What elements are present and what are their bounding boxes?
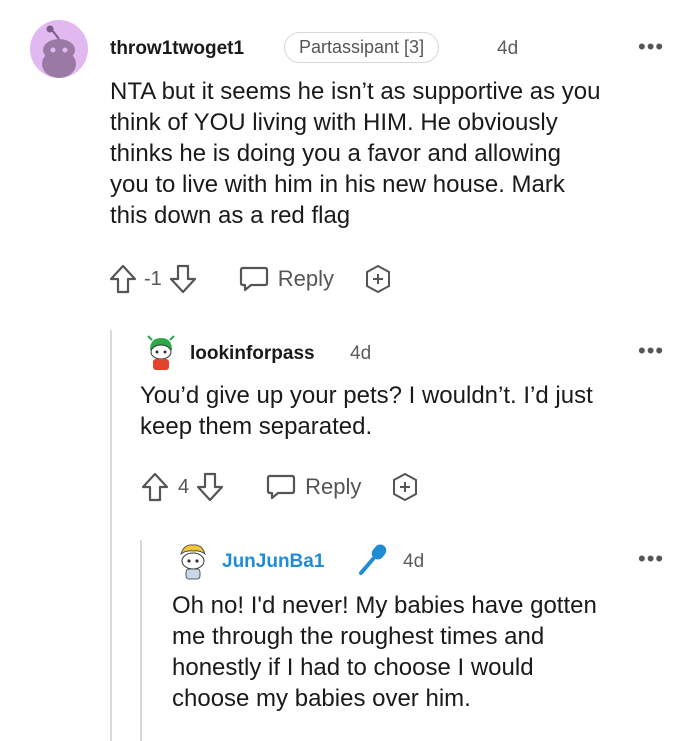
comment-line: thinks he is doing you a favor and allow…: [110, 140, 561, 167]
comment-username[interactable]: throw1twoget1: [110, 38, 244, 60]
vote-count: -1: [144, 267, 162, 290]
upvote-icon[interactable]: [108, 263, 138, 295]
vote-count: 4: [178, 475, 190, 498]
award-icon[interactable]: [389, 471, 421, 503]
avatar[interactable]: [30, 20, 88, 78]
avatar[interactable]: [144, 334, 178, 372]
comment-line: honestly if I had to choose I would: [172, 654, 534, 681]
more-icon[interactable]: •••: [638, 34, 664, 60]
more-icon[interactable]: •••: [638, 338, 664, 364]
comment-line: keep them separated.: [140, 413, 373, 440]
user-flair: Partassipant [3]: [284, 32, 440, 63]
comment-username[interactable]: lookinforpass: [190, 343, 315, 365]
comment-line: NTA but it seems he isn’t as supportive …: [110, 78, 601, 105]
snoo-avatar-icon: [147, 335, 175, 370]
comment-body: You’d give up your pets? I wouldn’t. I’d…: [140, 380, 685, 442]
microphone-icon: [356, 542, 392, 578]
snoo-avatar-icon: [180, 544, 206, 580]
comment-1: throw1twoget1 Partassipant [3] 4d ••• NT…: [0, 0, 700, 310]
comment-age: 4d: [497, 38, 519, 59]
comment-actions: 4 Reply: [140, 470, 421, 504]
op-username[interactable]: JunJunBa1: [222, 551, 324, 573]
comment-line: Oh no! I'd never! My babies have gotten: [172, 592, 597, 619]
award-icon[interactable]: [362, 263, 394, 295]
comment-age: 4d: [403, 551, 425, 572]
downvote-icon[interactable]: [168, 263, 198, 295]
comment-body: NTA but it seems he isn’t as supportive …: [110, 76, 690, 231]
comment-3: JunJunBa1 4d ••• Oh no! I'd never! My ba…: [160, 538, 700, 741]
upvote-icon[interactable]: [140, 471, 170, 503]
downvote-icon[interactable]: [195, 471, 225, 503]
comment-age: 4d: [350, 343, 372, 364]
comment-line: this down as a red flag: [110, 202, 351, 229]
reply-button[interactable]: Reply: [238, 264, 334, 294]
reply-label: Reply: [305, 474, 362, 499]
reply-icon: [238, 264, 270, 294]
comment-line: choose my babies over him.: [172, 685, 471, 712]
comment-line: think of YOU living with HIM. He obvious…: [110, 109, 558, 136]
snoo-avatar-icon: [42, 25, 76, 78]
reply-button[interactable]: Reply: [265, 472, 361, 502]
reply-label: Reply: [277, 266, 335, 291]
thread-line[interactable]: [110, 330, 112, 741]
comment-line: me through the roughest times and: [172, 623, 545, 650]
thread-line[interactable]: [140, 540, 142, 741]
comment-body: Oh no! I'd never! My babies have gotten …: [172, 590, 692, 714]
reply-icon: [265, 472, 297, 502]
more-icon[interactable]: •••: [638, 546, 664, 572]
comment-line: You’d give up your pets? I wouldn’t. I’d…: [140, 382, 593, 409]
comment-2: lookinforpass 4d ••• You’d give up your …: [130, 330, 700, 520]
avatar[interactable]: [176, 542, 210, 582]
comment-actions: -1 Reply: [108, 262, 394, 296]
comment-line: you to live with him in his new house. M…: [110, 171, 565, 198]
